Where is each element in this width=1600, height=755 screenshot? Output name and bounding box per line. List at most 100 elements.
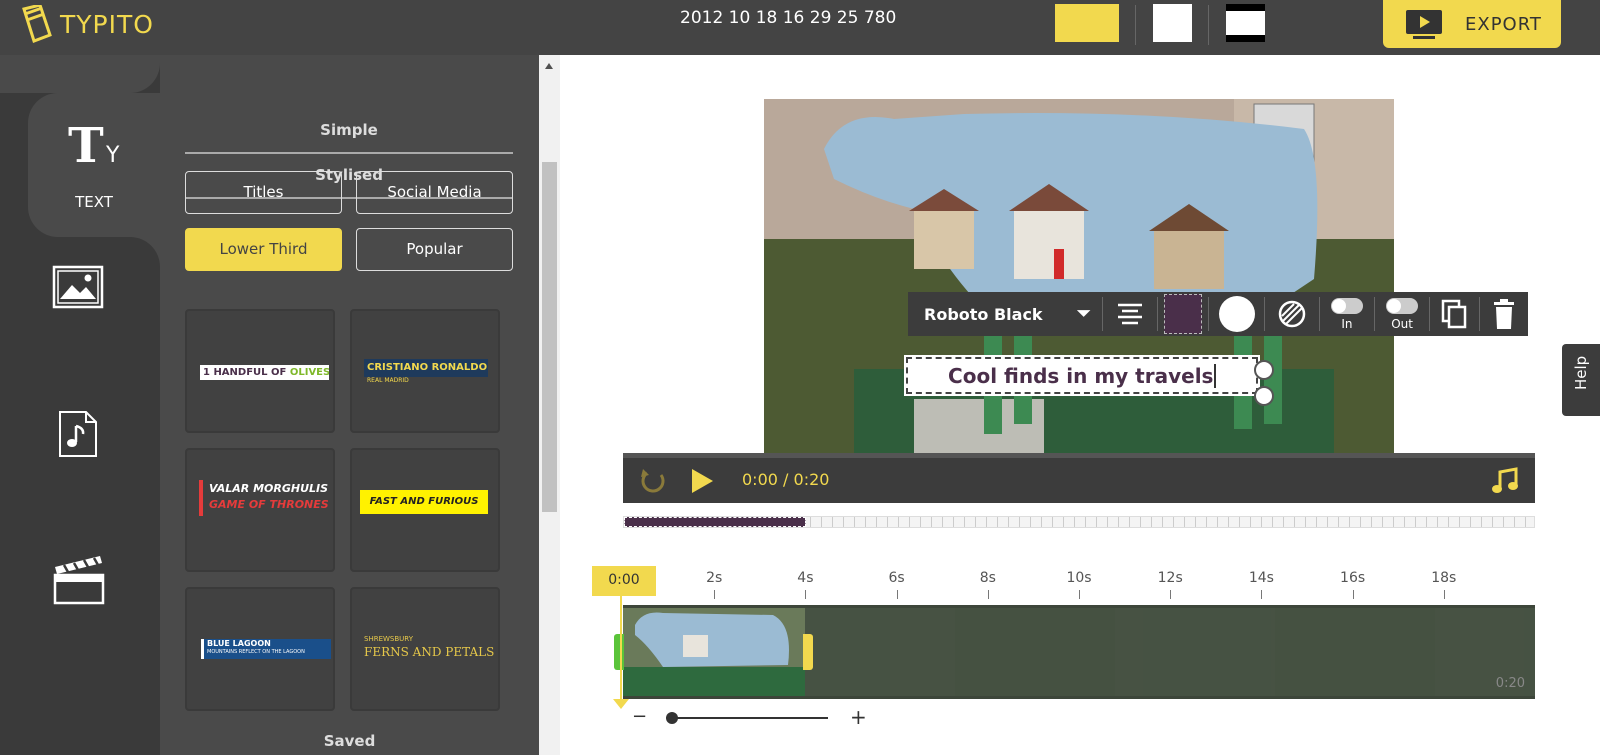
panel-scrollbar[interactable] [539, 55, 560, 755]
video-track[interactable]: 0:20 [623, 605, 1535, 699]
category-lower-third-button[interactable]: Lower Third [185, 228, 342, 271]
font-name: Roboto Black [924, 304, 1043, 324]
template-text: VALAR MORGHULIS [209, 482, 329, 495]
animate-in-toggle[interactable]: In [1320, 292, 1374, 336]
template-card[interactable]: CRISTIANO RONALDO REAL MADRID [350, 309, 500, 433]
app-name: TYPITO [60, 9, 154, 39]
template-card[interactable]: 1 HANDFUL OF OLIVES [185, 309, 335, 433]
divider [1208, 5, 1209, 45]
category-social-media-button[interactable]: Social Media [356, 171, 513, 214]
music-note-icon[interactable] [1491, 467, 1519, 495]
animate-out-toggle[interactable]: Out [1375, 292, 1429, 336]
export-label: EXPORT [1465, 13, 1542, 35]
template-card[interactable]: VALAR MORGHULIS GAME OF THRONES [185, 448, 335, 572]
aspect-square-button[interactable] [1153, 4, 1192, 42]
template-text: FAST AND FURIOUS [360, 490, 488, 514]
player-controls: 0:00 / 0:20 [623, 453, 1535, 503]
trim-end-handle[interactable] [803, 634, 813, 670]
zoom-out-button[interactable]: − [632, 706, 647, 727]
aspect-landscape-button[interactable] [1055, 4, 1119, 42]
trim-start-handle[interactable] [614, 634, 624, 670]
video-preview[interactable] [764, 99, 1394, 453]
zoom-slider-track[interactable] [668, 717, 828, 719]
text-templates-panel: Simple Stylised Titles Social Media Lowe… [160, 55, 539, 755]
text-cursor [1214, 363, 1216, 388]
ruler-tick-label: 18s [1431, 570, 1457, 586]
tab-simple[interactable]: Simple [185, 110, 513, 154]
caption-scrub-bar[interactable] [623, 516, 1535, 528]
clapper-logo-icon [22, 5, 52, 43]
playhead-time-badge: 0:00 [592, 566, 656, 596]
project-title[interactable]: 2012 10 18 16 29 25 780 [680, 8, 896, 28]
delete-button[interactable] [1480, 292, 1528, 336]
caption-duration-range[interactable] [624, 517, 806, 527]
app-logo: TYPITO [20, 5, 154, 43]
current-time: 0:00 [742, 470, 778, 489]
text-color-button[interactable] [1158, 292, 1208, 336]
replay-icon[interactable] [639, 467, 667, 495]
template-accent-bar [199, 480, 203, 516]
play-icon[interactable] [690, 468, 714, 494]
ruler-tick-mark [805, 590, 807, 599]
template-text-accent: OLIVES [289, 367, 329, 378]
ruler-tick-mark [896, 590, 898, 599]
rail-item-text[interactable]: T Y TEXT [28, 93, 160, 237]
category-titles-button[interactable]: Titles [185, 171, 342, 214]
ruler-tick-label: 8s [979, 570, 996, 586]
ruler-tick-label: 14s [1248, 570, 1274, 586]
ruler-tick-label: 4s [797, 570, 814, 586]
rotate-handle[interactable] [1254, 386, 1274, 406]
top-bar: TYPITO 2012 10 18 16 29 25 780 EXPORT [0, 0, 1600, 55]
align-center-icon [1118, 303, 1143, 325]
template-subtext: FERNS AND PETALS [364, 645, 495, 659]
rail-top-shape [0, 55, 160, 93]
text-color-swatch [1164, 294, 1203, 334]
playhead[interactable] [620, 596, 622, 700]
help-tab[interactable]: Help [1562, 344, 1600, 416]
text-style-toolbar: Roboto Black In Out [908, 292, 1528, 336]
svg-text:T: T [68, 118, 104, 173]
left-rail: T Y TEXT [0, 55, 160, 755]
font-select[interactable]: Roboto Black [908, 305, 1087, 324]
chevron-down-icon[interactable] [1073, 308, 1094, 320]
background-color-button[interactable] [1209, 292, 1263, 336]
duplicate-button[interactable] [1430, 292, 1478, 336]
saved-section-label: Saved [323, 732, 376, 750]
scroll-up-arrow-icon[interactable] [545, 63, 553, 69]
template-subtext: GAME OF THRONES [209, 498, 329, 511]
music-file-icon[interactable] [58, 410, 98, 458]
template-subtext: REAL MADRID [367, 377, 409, 384]
copy-icon [1442, 299, 1467, 329]
category-popular-button[interactable]: Popular [356, 228, 513, 271]
rail-item-label: TEXT [75, 193, 113, 211]
template-text: 1 HANDFUL OF [203, 367, 290, 378]
ruler-tick-mark [987, 590, 989, 599]
template-card[interactable]: BLUE LAGOON MOUNTAINS REFLECT ON THE LAG… [185, 587, 335, 711]
template-preview: 1 HANDFUL OF OLIVES [200, 365, 329, 380]
ruler-tick-label: 6s [888, 570, 905, 586]
no-background-button[interactable] [1265, 292, 1319, 336]
svg-text:Y: Y [105, 143, 120, 168]
scroll-thumb[interactable] [542, 162, 557, 512]
no-fill-icon [1278, 300, 1305, 328]
toggle-track [1330, 297, 1363, 314]
image-icon[interactable] [52, 265, 104, 309]
help-label: Help [1572, 355, 1590, 390]
duration: 0:20 [793, 470, 830, 489]
clapperboard-icon[interactable] [52, 553, 106, 605]
filmstrip-thumbnails [623, 605, 1535, 699]
divider [1135, 5, 1136, 45]
caption-text-box[interactable]: Cool finds in my travels [904, 355, 1260, 396]
track-end-time: 0:20 [1495, 676, 1525, 691]
aspect-widescreen-button[interactable] [1226, 4, 1265, 42]
resize-handle[interactable] [1254, 360, 1274, 380]
template-preview: BLUE LAGOON MOUNTAINS REFLECT ON THE LAG… [201, 639, 331, 659]
export-button[interactable]: EXPORT [1383, 0, 1561, 48]
ruler-tick-label: 12s [1157, 570, 1183, 586]
zoom-slider-thumb[interactable] [666, 712, 678, 724]
ruler-tick-label: 10s [1066, 570, 1092, 586]
template-card[interactable]: SHREWSBURY FERNS AND PETALS [350, 587, 500, 711]
align-center-button[interactable] [1103, 292, 1157, 336]
zoom-in-button[interactable]: + [850, 705, 867, 729]
template-card[interactable]: FAST AND FURIOUS [350, 448, 500, 572]
